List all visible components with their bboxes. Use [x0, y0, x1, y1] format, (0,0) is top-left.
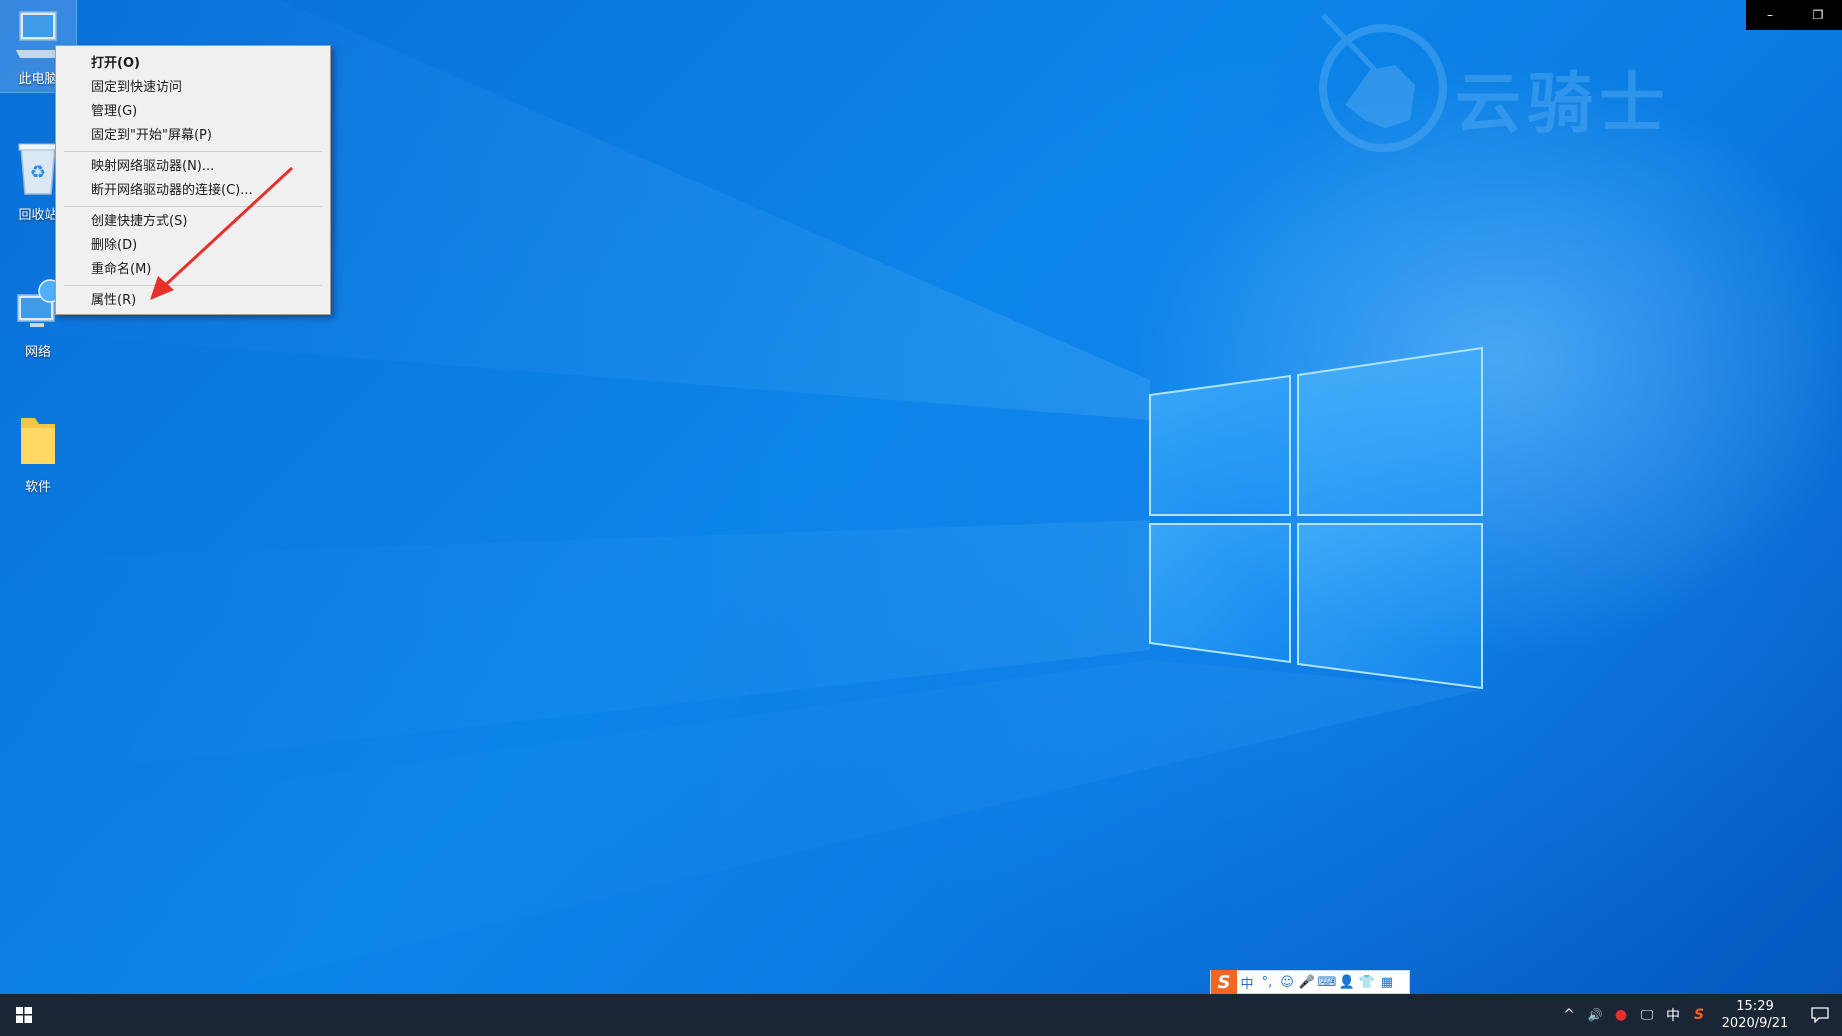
clock-date: 2020/9/21 — [1721, 1016, 1789, 1031]
sogou-logo-icon[interactable]: S — [1211, 970, 1237, 994]
volume-icon[interactable]: 🔊 — [1582, 994, 1608, 1036]
desktop-icon-label: 网络 — [24, 345, 51, 360]
ime-keyboard-button[interactable]: ⌨ — [1317, 971, 1337, 993]
show-hidden-icons-chevron-icon[interactable]: ^ — [1556, 994, 1582, 1036]
ime-punctuation-button[interactable]: °, — [1257, 971, 1277, 993]
watermark-text: 云骑士 — [1455, 65, 1671, 142]
desktop-icon-software-folder[interactable]: 软件 — [0, 412, 76, 495]
windows-logo-wallpaper — [1149, 346, 1483, 690]
sogou-tray-icon[interactable]: S — [1686, 994, 1712, 1036]
menu-item-manage[interactable]: 管理(G) — [56, 100, 330, 124]
svg-text:♻: ♻ — [30, 162, 46, 183]
menu-separator — [64, 151, 322, 152]
input-language-indicator[interactable]: 中 — [1660, 994, 1686, 1036]
ime-skin-button[interactable]: 👕 — [1357, 971, 1377, 993]
action-center-button[interactable] — [1798, 994, 1842, 1036]
menu-item-pin-start[interactable]: 固定到"开始"屏幕(P) — [56, 124, 330, 148]
desktop-background[interactable]: 云骑士 此电脑 ♻ 回收站 网络 软件 打开(O) 固定到快速访问 管理(G) … — [0, 0, 1842, 994]
desktop-icon-label: 软件 — [24, 480, 51, 495]
taskbar: ^ 🔊 ● 🖵 中 S 15:29 2020/9/21 — [0, 994, 1842, 1036]
record-icon[interactable]: ● — [1608, 994, 1634, 1036]
restore-button[interactable]: ❐ — [1794, 0, 1842, 30]
annotation-arrow-icon — [150, 166, 294, 300]
knight-emblem-icon — [1319, 13, 1447, 152]
ime-toolbox-button[interactable]: ▦ — [1377, 971, 1397, 993]
window-controls: – ❐ — [1746, 0, 1842, 30]
watermark-logo: 云骑士 — [1315, 10, 1775, 160]
windows-start-icon — [16, 1007, 32, 1023]
network-tray-icon[interactable]: 🖵 — [1634, 994, 1660, 1036]
system-tray: ^ 🔊 ● 🖵 中 S 15:29 2020/9/21 — [1556, 994, 1842, 1036]
ime-toolbar: S 中 °, ☺ 🎤 ⌨ 👤 👕 ▦ — [1210, 970, 1410, 994]
ime-voice-button[interactable]: 🎤 — [1297, 971, 1317, 993]
minimize-button[interactable]: – — [1746, 0, 1794, 30]
menu-item-pin-quick-access[interactable]: 固定到快速访问 — [56, 76, 330, 100]
notification-icon — [1811, 1007, 1829, 1023]
menu-item-open[interactable]: 打开(O) — [56, 52, 330, 76]
clock[interactable]: 15:29 2020/9/21 — [1712, 998, 1798, 1032]
ime-user-button[interactable]: 👤 — [1337, 971, 1357, 993]
folder-icon — [21, 418, 55, 464]
ime-emoji-button[interactable]: ☺ — [1277, 971, 1297, 993]
clock-time: 15:29 — [1736, 999, 1774, 1014]
ime-chinese-mode-button[interactable]: 中 — [1237, 971, 1257, 993]
start-button[interactable] — [0, 994, 48, 1036]
